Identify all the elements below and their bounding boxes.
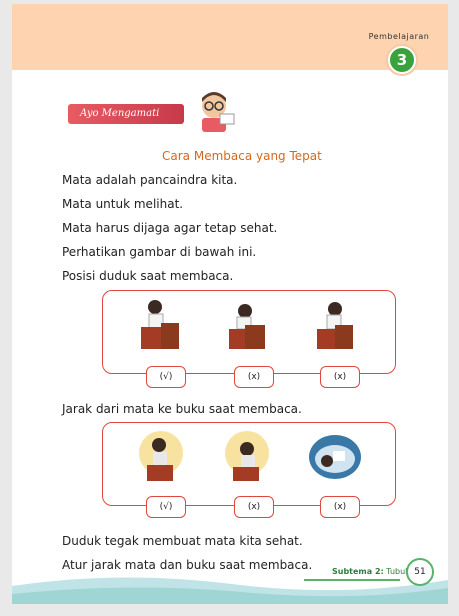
mascot-reading-illustration — [202, 92, 235, 132]
distance-label-3: (x) — [320, 496, 360, 518]
section-title: Cara Membaca yang Tepat — [162, 149, 322, 163]
posture-label-2: (x) — [234, 366, 274, 388]
posture-label-3: (x) — [320, 366, 360, 388]
distance-illustration-too-close — [225, 431, 269, 481]
posture-illustration-upright — [141, 300, 179, 349]
posture-illustration-leaning — [317, 302, 353, 349]
paragraph-line: Mata untuk melihat. — [62, 197, 184, 211]
distance-label-1: (√) — [146, 496, 186, 518]
posture-panel — [102, 290, 396, 374]
page-number: 51 — [406, 558, 434, 586]
paragraph-line: Perhatikan gambar di bawah ini. — [62, 245, 257, 259]
posture-label-1: (√) — [146, 366, 186, 388]
paragraph-line: Mata adalah pancaindra kita. — [62, 173, 238, 187]
posture-illustration-slouch — [229, 304, 265, 349]
activity-banner: Ayo Mengamati — [68, 104, 184, 124]
lesson-badge: Pembelajaran 3 — [368, 26, 430, 78]
closing-line: Duduk tegak membuat mata kita sehat. — [62, 534, 303, 548]
distance-label-2: (x) — [234, 496, 274, 518]
distance-illustration-lying — [309, 435, 361, 479]
book-page: Pembelajaran 3 Ayo Mengamati Cara Membac… — [12, 4, 448, 604]
paragraph-line: Mata harus dijaga agar tetap sehat. — [62, 221, 278, 235]
footer-subtheme-label: Subtema 2: — [332, 567, 384, 576]
caption-distance: Jarak dari mata ke buku saat membaca. — [62, 402, 302, 416]
badge-number: 3 — [388, 46, 416, 74]
distance-panel — [102, 422, 396, 506]
distance-illustration-correct — [139, 431, 183, 481]
footer-rule — [304, 579, 400, 581]
badge-label: Pembelajaran — [368, 32, 430, 41]
paragraph-line: Posisi duduk saat membaca. — [62, 269, 234, 283]
